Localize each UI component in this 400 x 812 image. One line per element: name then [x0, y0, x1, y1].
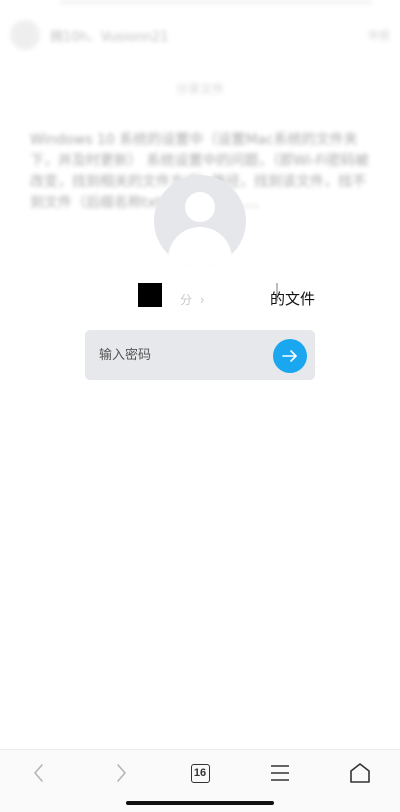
home-icon: [350, 763, 370, 783]
redaction-block: [138, 283, 162, 307]
file-owner-line: 分 › 的文件: [0, 283, 400, 309]
avatar-head-shape: [185, 192, 215, 222]
submit-password-button[interactable]: [273, 339, 307, 373]
bottom-nav-bar: 16: [0, 749, 400, 812]
address-bar-remnant: [60, 0, 372, 4]
background-username: 拥10h、Vusionn21: [50, 29, 169, 45]
background-section-title: 分享文件: [175, 82, 224, 96]
forward-button[interactable]: [101, 760, 141, 786]
background-avatar: [10, 20, 40, 50]
menu-button[interactable]: [260, 760, 300, 786]
arrow-right-icon: [282, 350, 297, 362]
background-report-link: 举报: [368, 29, 390, 42]
home-button[interactable]: [340, 760, 380, 786]
password-input[interactable]: [85, 330, 265, 380]
avatar-placeholder-icon: [154, 175, 246, 267]
forward-icon: [117, 764, 126, 782]
tabs-button[interactable]: 16: [180, 760, 220, 786]
avatar-shoulders-shape: [168, 227, 232, 267]
tabs-icon: 16: [190, 763, 210, 783]
back-icon: [34, 764, 43, 782]
background-header: 拥10h、Vusionn21 举报: [10, 18, 390, 52]
back-button[interactable]: [19, 760, 59, 786]
password-form: [85, 330, 315, 380]
owner-name-faint: 分 ›: [180, 293, 207, 307]
home-indicator: [126, 801, 274, 805]
menu-icon: [271, 765, 289, 781]
blurred-background: 拥10h、Vusionn21 举报 分享文件 Windows 10 系统的设置中…: [0, 0, 400, 811]
owner-suffix-label: 的文件: [270, 290, 316, 308]
